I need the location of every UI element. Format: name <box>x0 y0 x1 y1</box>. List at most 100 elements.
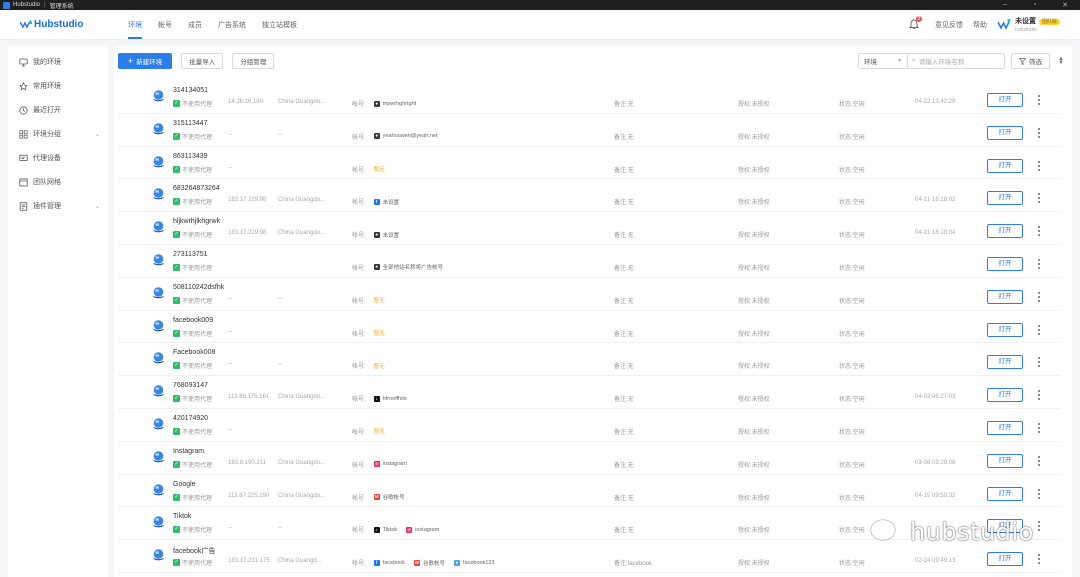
account-cell: 帐号: 暂无 <box>352 329 394 338</box>
search-input[interactable]: ⌕ 请输入环境名称 <box>908 53 1006 69</box>
more-options-icon[interactable] <box>1036 257 1042 271</box>
more-options-icon[interactable] <box>1036 552 1042 566</box>
sidebar-item[interactable]: 代理设备 <box>8 146 108 170</box>
more-options-icon[interactable] <box>1036 191 1042 205</box>
account-tag[interactable]: ◎ instagram <box>406 526 439 533</box>
star-icon <box>19 81 28 91</box>
proxy-status: ✓ 不使用代理 <box>173 427 212 436</box>
environment-row: 315113447 ✓ 不使用代理 -- -- 帐号: ● yeahouwen@yeah.ne… <box>118 114 1061 147</box>
sidebar-item[interactable]: 环境分组 ⌄ <box>8 122 108 146</box>
more-options-icon[interactable] <box>1036 224 1042 238</box>
open-button[interactable]: 打开 <box>987 552 1023 567</box>
nav-tab[interactable]: 帐号 <box>150 10 180 39</box>
sidebar-item[interactable]: 最近打开 <box>8 98 108 122</box>
user-menu[interactable]: 未设置 团队版 hubstudio <box>997 16 1060 33</box>
status-cell: 状态:空闲 <box>839 132 865 141</box>
sidebar-item[interactable]: 常用环境 <box>8 74 108 98</box>
account-tag[interactable]: ● facebook123 <box>454 559 495 566</box>
sort-icon[interactable]: ▲ ▼ <box>1058 56 1064 66</box>
new-environment-button[interactable]: + 新建环境 <box>118 53 173 69</box>
account-tag[interactable]: M 谷歌帐号 <box>373 493 405 501</box>
more-options-icon[interactable] <box>1036 126 1042 140</box>
more-options-icon[interactable] <box>1036 421 1042 435</box>
minimize-icon[interactable]: – <box>990 1 1020 9</box>
account-tag[interactable]: ● 未设置 <box>373 231 399 239</box>
account-tag[interactable]: ● 全部他站名称将广告帐号 <box>373 263 443 271</box>
more-options-icon[interactable] <box>1036 290 1042 304</box>
close-icon[interactable]: ✕ <box>1050 1 1080 9</box>
open-button[interactable]: 打开 <box>987 256 1023 271</box>
browser-profile-icon <box>152 253 165 266</box>
account-tag[interactable]: ♪ hfrooffhilo <box>373 395 407 402</box>
search-scope-select[interactable]: 环境 ▼ <box>858 53 909 69</box>
environment-list: 314134051 ✓ 不使用代理 14.26.16.180 China Guangdo… <box>118 81 1061 573</box>
brand-logo[interactable]: Hubstudio <box>20 19 120 30</box>
status-cell: 状态:空闲 <box>839 525 865 534</box>
open-button[interactable]: 打开 <box>987 420 1023 435</box>
auth-value: 未授权 <box>751 528 770 535</box>
ip-location: China Guangdo... <box>278 99 326 105</box>
platform-icon: ♪ <box>373 526 380 533</box>
open-button[interactable]: 打开 <box>987 125 1023 140</box>
environment-name: 314134051 <box>173 87 209 94</box>
sidebar-item[interactable]: 插件管理 ⌄ <box>8 194 108 218</box>
filter-button[interactable]: 筛选 <box>1011 53 1051 69</box>
more-options-icon[interactable] <box>1036 519 1042 533</box>
note-value: 无 <box>627 495 634 502</box>
ip-address: -- <box>228 361 232 368</box>
open-button[interactable]: 打开 <box>987 224 1023 239</box>
batch-import-button[interactable]: 批量导入 <box>181 53 224 69</box>
account-tag[interactable]: ● mpwrhghrtght <box>373 100 416 107</box>
open-button[interactable]: 打开 <box>987 355 1023 370</box>
account-tag[interactable]: 暂无 <box>374 427 385 435</box>
open-button[interactable]: 打开 <box>987 388 1023 403</box>
more-options-icon[interactable] <box>1036 487 1042 501</box>
note-label: 备注: <box>614 495 628 502</box>
more-options-icon[interactable] <box>1036 159 1042 173</box>
auth-label: 授权: <box>738 233 752 240</box>
help-link[interactable]: 帮助 <box>973 20 987 30</box>
note-label: 备注: <box>614 462 628 469</box>
maximize-icon[interactable]: ▫ <box>1020 1 1050 9</box>
open-button[interactable]: 打开 <box>987 93 1023 107</box>
proxy-status: ✓ 不使用代理 <box>173 197 212 206</box>
open-button[interactable]: 打开 <box>987 453 1023 468</box>
account-tag[interactable]: f facebook <box>373 559 405 566</box>
open-button[interactable]: 打开 <box>987 158 1023 173</box>
sidebar-item[interactable]: 我的环境 <box>8 50 108 74</box>
open-button[interactable]: 打开 <box>987 191 1023 206</box>
account-tag[interactable]: ● yeahouwen@yeah.net <box>373 133 438 140</box>
ip-address: -- <box>228 131 232 138</box>
more-options-icon[interactable] <box>1036 454 1042 468</box>
more-options-icon[interactable] <box>1036 355 1042 369</box>
open-button[interactable]: 打开 <box>987 322 1023 337</box>
check-icon: ✓ <box>173 296 180 304</box>
account-tag[interactable]: 暂无 <box>374 165 385 173</box>
status-cell: 状态:空闲 <box>839 99 865 108</box>
note-cell: 备注:无 <box>614 394 634 403</box>
account-tag[interactable]: 暂无 <box>374 362 385 370</box>
feedback-link[interactable]: 意见反馈 <box>935 20 963 30</box>
account-tag[interactable]: 暂无 <box>374 329 385 337</box>
group-manage-button[interactable]: 分组管理 <box>232 53 275 69</box>
open-button[interactable]: 打开 <box>987 289 1023 304</box>
more-options-icon[interactable] <box>1036 323 1042 337</box>
note-value: 无 <box>627 233 634 240</box>
more-options-icon[interactable] <box>1036 93 1042 107</box>
nav-tab[interactable]: 成员 <box>180 10 210 39</box>
account-tag[interactable]: ♪ Tiktok <box>373 526 397 533</box>
account-tag[interactable]: f 未设置 <box>373 198 399 206</box>
nav-tab[interactable]: 独立站模板 <box>254 10 305 39</box>
platform-icon: f <box>373 198 380 205</box>
note-cell: 备注:无 <box>614 361 634 370</box>
account-tag[interactable]: ◎ instagram <box>373 461 407 468</box>
platform-icon: ● <box>373 133 380 140</box>
account-tag[interactable]: M 谷歌帐号 <box>414 559 445 567</box>
sidebar-item[interactable]: 团队网格 <box>8 170 108 194</box>
account-tag[interactable]: 暂无 <box>374 296 385 304</box>
more-options-icon[interactable] <box>1036 388 1042 402</box>
nav-tab[interactable]: 广告系统 <box>210 10 254 39</box>
open-button[interactable]: 打开 <box>987 486 1023 501</box>
nav-tab[interactable]: 环境 <box>120 10 150 39</box>
notification-button[interactable]: 2 <box>908 16 922 30</box>
